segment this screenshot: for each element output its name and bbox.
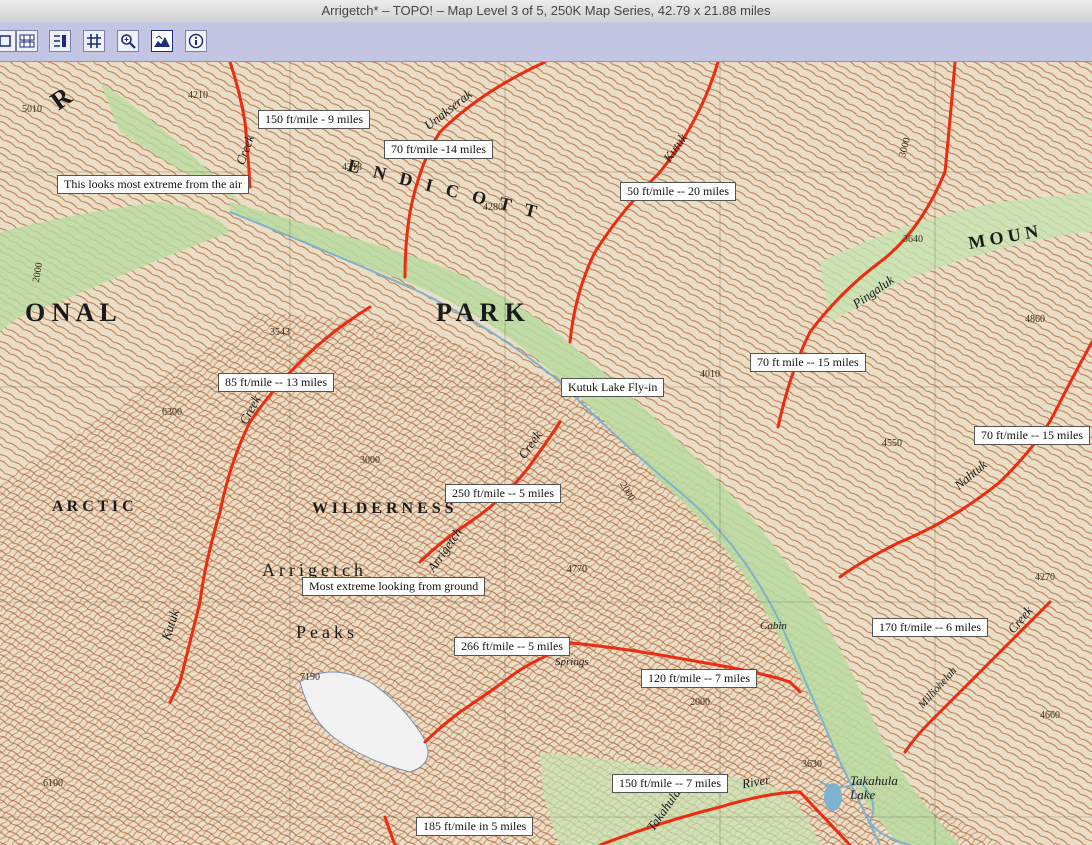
elevation-label: 4860 xyxy=(1025,314,1045,325)
place-arctic: A R C T I C xyxy=(52,498,134,515)
zoom-icon xyxy=(121,34,136,49)
toolbar xyxy=(0,22,1092,62)
place-wilderness: W I L D E R N E S S xyxy=(312,500,454,517)
elevation-label: 4660 xyxy=(1040,710,1060,721)
annotation-label[interactable]: 70 ft/mile -14 miles xyxy=(384,140,493,159)
annotation-label[interactable]: Most extreme looking from ground xyxy=(302,577,486,596)
annotation-label[interactable]: 85 ft/mile -- 13 miles xyxy=(218,373,334,392)
select-tool-button[interactable] xyxy=(0,30,16,52)
window-titlebar: Arrigetch* – TOPO! – Map Level 3 of 5, 2… xyxy=(0,0,1092,23)
grid-icon xyxy=(87,34,101,48)
annotation-label[interactable]: Kutuk Lake Fly-in xyxy=(561,378,665,397)
elevation-label: 4318 xyxy=(342,162,362,173)
elevation-label: 3000 xyxy=(360,455,380,466)
annotation-label[interactable]: 150 ft/mile - 9 miles xyxy=(258,110,370,129)
elevation-profile-icon xyxy=(154,35,170,47)
place-national: O N A L xyxy=(25,298,117,327)
place-park: P A R K xyxy=(436,298,525,327)
elevation-label: 4550 xyxy=(882,438,902,449)
place-peaks: Peaks xyxy=(296,622,358,642)
elevation-label: 4010 xyxy=(700,369,720,380)
elevation-label: 6300 xyxy=(162,407,182,418)
route-tool-button[interactable] xyxy=(49,30,71,52)
annotation-label[interactable]: 70 ft/mile -- 15 miles xyxy=(974,426,1090,445)
elevation-label: 3543 xyxy=(270,327,290,338)
elevation-label: 4280 xyxy=(483,202,503,213)
annotation-label[interactable]: 250 ft/mile -- 5 miles xyxy=(445,484,561,503)
place-springs: Springs xyxy=(555,656,589,668)
info-button[interactable] xyxy=(185,30,207,52)
elevation-label: 4770 xyxy=(567,564,587,575)
annotation-label[interactable]: 50 ft/mile -- 20 miles xyxy=(620,182,736,201)
annotation-label[interactable]: 150 ft/mile -- 7 miles xyxy=(612,774,728,793)
annotation-label[interactable]: 120 ft/mile -- 7 miles xyxy=(641,669,757,688)
elevation-label: 4210 xyxy=(188,90,208,101)
overview-icon xyxy=(19,34,35,48)
elevation-profile-button[interactable] xyxy=(151,30,173,52)
elevation-label: 7190 xyxy=(300,672,320,683)
annotation-label[interactable]: 170 ft/mile -- 6 miles xyxy=(872,618,988,637)
elevation-label: 2000 xyxy=(690,697,710,708)
elevation-label: 6100 xyxy=(43,778,63,789)
annotation-label[interactable]: This looks most extreme from the air xyxy=(57,175,249,194)
annotation-label[interactable]: 266 ft/mile -- 5 miles xyxy=(454,637,570,656)
annotation-label[interactable]: 185 ft/mile in 5 miles xyxy=(416,817,534,836)
place-cabin: Cabin xyxy=(760,620,787,632)
window-title: Arrigetch* – TOPO! – Map Level 3 of 5, 2… xyxy=(321,3,771,18)
elevation-label: 5010 xyxy=(22,104,42,115)
grid-button[interactable] xyxy=(83,30,105,52)
route-tool-icon xyxy=(54,35,66,47)
info-icon xyxy=(188,33,204,49)
place-takahula-lake: Takahula Lake xyxy=(850,773,898,802)
topo-map[interactable]: R ENDICOTT O N A L P A R K M O U N A R C… xyxy=(0,62,1092,845)
select-tool-icon xyxy=(0,35,11,47)
elevation-label: 3640 xyxy=(903,234,923,245)
zoom-button[interactable] xyxy=(117,30,139,52)
overview-button[interactable] xyxy=(16,30,38,52)
elevation-label: 4270 xyxy=(1035,572,1055,583)
elevation-label: 3630 xyxy=(802,759,822,770)
annotation-label[interactable]: 70 ft mile -- 15 miles xyxy=(750,353,866,372)
